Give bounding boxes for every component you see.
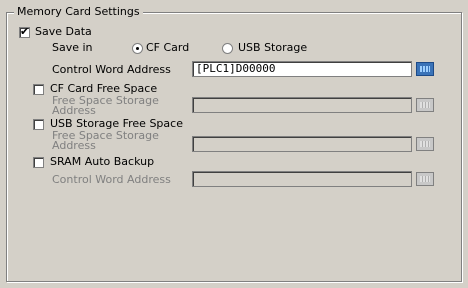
usb-free-space-storage-address-label: Free Space Storage Address: [52, 130, 159, 152]
keypad-icon: [420, 176, 430, 182]
radio-usb-storage-label: USB Storage: [238, 41, 308, 54]
radio-cf-card[interactable]: [132, 43, 143, 54]
group-title: Memory Card Settings: [14, 6, 143, 18]
cf-free-space-address-field: [192, 97, 412, 113]
control-word-address-label: Control Word Address: [52, 63, 171, 76]
radio-selected-dot-icon: [136, 47, 139, 50]
radio-cf-card-label: CF Card: [146, 41, 190, 54]
cf-card-free-space-checkbox[interactable]: [33, 84, 44, 95]
usb-free-space-address-field: [192, 136, 412, 152]
keypad-icon: [420, 66, 430, 72]
sram-control-word-address-field: [192, 171, 412, 187]
sram-auto-backup-label: SRAM Auto Backup: [50, 155, 155, 168]
control-word-address-button[interactable]: [416, 62, 434, 76]
usb-storage-free-space-checkbox[interactable]: [33, 119, 44, 130]
radio-usb-storage[interactable]: [222, 43, 233, 54]
usb-free-space-address-button: [416, 137, 434, 151]
control-word-address-field[interactable]: [PLC1]D00000: [192, 61, 412, 77]
checkmark-icon: ✔: [20, 25, 30, 38]
sram-control-word-address-label: Control Word Address: [52, 173, 171, 186]
usb-address-label-line2: Address: [52, 139, 96, 152]
save-in-label: Save in: [52, 41, 93, 54]
keypad-icon: [420, 102, 430, 108]
save-data-label: Save Data: [35, 25, 92, 38]
sram-control-word-address-button: [416, 172, 434, 186]
keypad-icon: [420, 141, 430, 147]
sram-auto-backup-checkbox[interactable]: [33, 157, 44, 168]
save-data-checkbox[interactable]: ✔: [19, 25, 30, 38]
cf-address-label-line2: Address: [52, 104, 96, 117]
cf-free-space-address-button: [416, 98, 434, 112]
cf-free-space-storage-address-label: Free Space Storage Address: [52, 95, 159, 117]
